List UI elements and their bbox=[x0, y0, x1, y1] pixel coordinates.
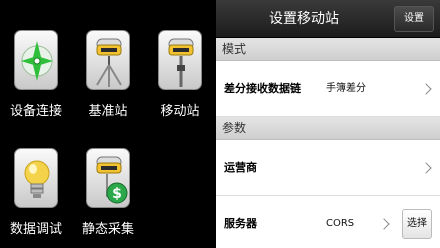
operator-row[interactable]: 运营商 bbox=[216, 140, 440, 196]
app-device-connect[interactable]: 设备连接 bbox=[0, 30, 72, 119]
app-label: 数据调试 bbox=[9, 222, 62, 237]
diff-link-row[interactable]: 差分接收数据链 手簿差分 bbox=[216, 61, 440, 117]
title-bar: 设置移动站 设置 bbox=[216, 0, 440, 38]
section-header-mode: 模式 bbox=[216, 38, 440, 61]
app-label: 设备连接 bbox=[9, 104, 62, 119]
select-button[interactable]: 选择 bbox=[402, 209, 432, 239]
gnss-base-tripod-icon bbox=[86, 30, 130, 90]
svg-text:$: $ bbox=[112, 186, 122, 202]
app-label: 基准站 bbox=[88, 104, 128, 119]
row-value: 手簿差分 bbox=[326, 83, 366, 94]
settings-button[interactable]: 设置 bbox=[394, 6, 434, 32]
chevron-right-icon bbox=[420, 162, 432, 174]
app-launcher: 设备连接 基准站 移动站 数据调试 $ 静态采集 bbox=[0, 0, 216, 248]
row-label: 服务器 bbox=[224, 217, 257, 230]
gnss-rover-pole-icon bbox=[158, 30, 202, 90]
section-header-params: 参数 bbox=[216, 117, 440, 140]
chevron-right-icon bbox=[378, 218, 390, 230]
app-data-debug[interactable]: 数据调试 bbox=[0, 148, 72, 237]
compass-icon bbox=[14, 30, 58, 90]
app-rover-station[interactable]: 移动站 bbox=[144, 30, 216, 119]
rover-settings-panel: 设置移动站 设置 模式 差分接收数据链 手簿差分 参数 运营商 服务器 CORS… bbox=[216, 0, 440, 248]
app-label: 静态采集 bbox=[81, 222, 134, 237]
page-title: 设置移动站 bbox=[269, 11, 339, 27]
row-value: CORS bbox=[326, 218, 355, 229]
gnss-receiver-dollar-icon: $ bbox=[86, 148, 130, 208]
light-bulb-icon bbox=[14, 148, 58, 208]
row-label: 运营商 bbox=[224, 161, 257, 174]
app-static-collect[interactable]: $ 静态采集 bbox=[72, 148, 144, 237]
server-row[interactable]: 服务器 CORS 选择 bbox=[216, 196, 440, 248]
app-label: 移动站 bbox=[160, 104, 200, 119]
app-base-station[interactable]: 基准站 bbox=[72, 30, 144, 119]
row-label: 差分接收数据链 bbox=[224, 82, 301, 95]
chevron-right-icon bbox=[420, 83, 432, 95]
